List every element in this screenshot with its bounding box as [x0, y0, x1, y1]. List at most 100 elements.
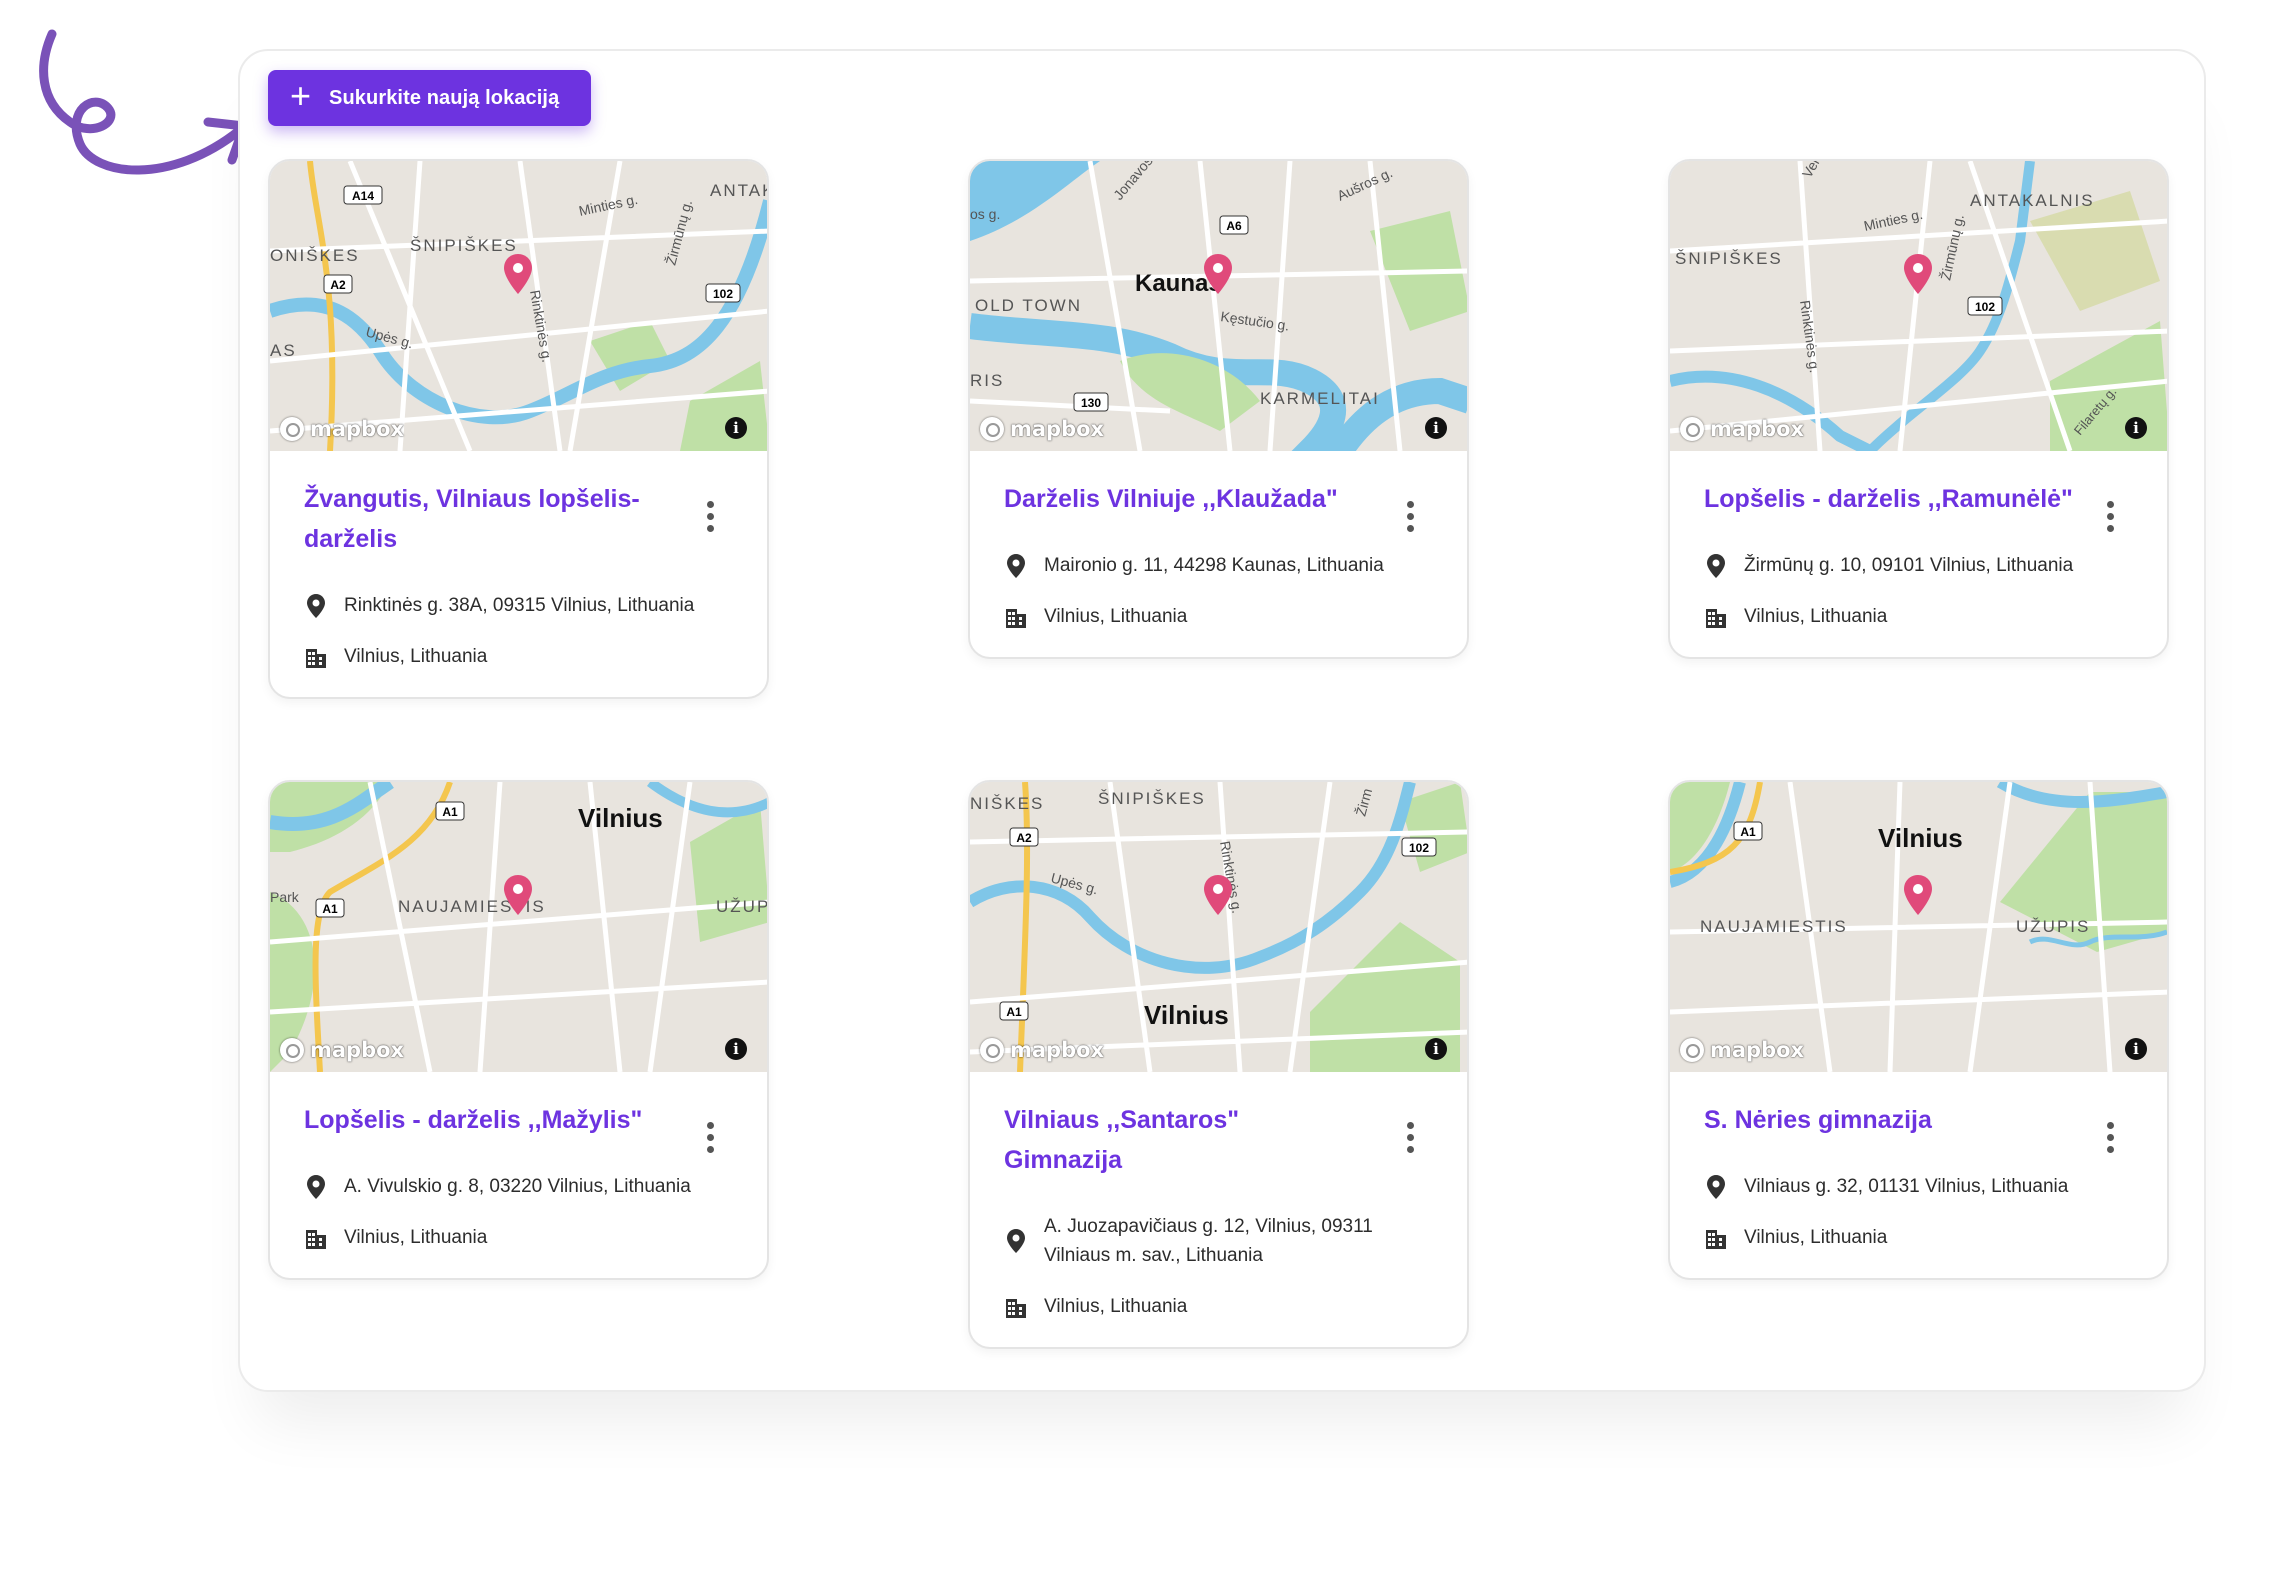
info-icon[interactable]: i [2125, 1038, 2147, 1060]
city-text: Vilnius, Lithuania [1744, 1227, 1888, 1248]
map-pin-marker[interactable] [1904, 875, 1932, 915]
info-icon[interactable]: i [1425, 417, 1447, 439]
map-label: Vilnius [578, 803, 663, 833]
map-label: UŽUP [716, 897, 767, 916]
city-text: Vilnius, Lithuania [344, 1227, 488, 1248]
map-label: ŠNIPIŠKES [410, 236, 518, 255]
address-row: Maironio g. 11, 44298 Kaunas, Lithuania [1004, 551, 1431, 580]
plus-icon: + [290, 75, 312, 116]
map-pin-icon [1704, 553, 1728, 579]
city-text: Vilnius, Lithuania [344, 646, 488, 667]
kebab-menu-icon[interactable] [2103, 501, 2117, 541]
address-text: Maironio g. 11, 44298 Kaunas, Lithuania [1044, 555, 1384, 576]
address-text: Vilniaus g. 32, 01131 Vilnius, Lithuania [1744, 1176, 2069, 1197]
map-label: Park [270, 889, 300, 905]
kebab-menu-icon[interactable] [2103, 1122, 2117, 1162]
map-label: ŠNIPIŠKES [1675, 249, 1783, 268]
location-title[interactable]: Žvangutis, Vilniaus lopšelis-darželis [304, 479, 674, 559]
info-icon[interactable]: i [725, 1038, 747, 1060]
building-icon [1704, 1225, 1728, 1251]
city-text: Vilnius, Lithuania [1044, 606, 1188, 627]
map-pin-icon [1004, 1228, 1028, 1254]
info-icon[interactable]: i [725, 417, 747, 439]
map-tiles: 102 ŠNIPIŠKES ANTAKALNIS Minties g. Žirm… [1670, 161, 2167, 451]
map-shield: A14 [352, 189, 374, 203]
address-text: A. Vivulskio g. 8, 03220 Vilnius, Lithua… [344, 1176, 691, 1197]
mapbox-logo[interactable]: mapbox [980, 417, 1104, 441]
map-shield: A2 [330, 278, 346, 292]
map-label: ANTAK [710, 181, 767, 200]
map-tiles: A6 130 Kaunas OLD TOWN KARMELITAI Kęstuč… [970, 161, 1467, 451]
map-shield: 102 [1409, 841, 1429, 855]
address-row: Žirmūnų g. 10, 09101 Vilnius, Lithuania [1704, 551, 2131, 580]
map-shield: 102 [1975, 300, 1995, 314]
location-title[interactable]: Vilniaus ,,Santaros" Gimnazija [1004, 1100, 1284, 1180]
kebab-menu-icon[interactable] [1403, 1122, 1417, 1162]
location-card: A1 Vilnius NAUJAMIESTIS UŽUPIS mapbox i … [1668, 780, 2169, 1280]
kebab-menu-icon[interactable] [1403, 501, 1417, 541]
map-label: NAUJAMIESTIS [1700, 917, 1848, 936]
mapbox-logo[interactable]: mapbox [1680, 1038, 1804, 1062]
create-location-button[interactable]: + Sukurkite naują lokaciją [268, 70, 591, 126]
kebab-menu-icon[interactable] [703, 1122, 717, 1162]
map-label: KARMELITAI [1260, 389, 1380, 408]
map-pin-icon [304, 1174, 328, 1200]
location-map[interactable]: A6 130 Kaunas OLD TOWN KARMELITAI Kęstuč… [970, 161, 1467, 451]
map-tiles: A1 A1 Vilnius NAUJAMIESTIS UŽUP Park [270, 782, 767, 1072]
info-icon[interactable]: i [2125, 417, 2147, 439]
map-label: Vilnius [1878, 823, 1963, 853]
curly-arrow-icon [39, 29, 249, 175]
map-pin-icon [1704, 1174, 1728, 1200]
city-text: Vilnius, Lithuania [1044, 1296, 1188, 1317]
city-row: Vilnius, Lithuania [304, 1223, 731, 1252]
map-pin-marker[interactable] [504, 254, 532, 294]
mapbox-logo[interactable]: mapbox [980, 1038, 1104, 1062]
address-row: Rinktinės g. 38A, 09315 Vilnius, Lithuan… [304, 591, 731, 620]
map-pin-marker[interactable] [504, 875, 532, 915]
city-row: Vilnius, Lithuania [1004, 602, 1431, 631]
location-card: 102 ŠNIPIŠKES ANTAKALNIS Minties g. Žirm… [1668, 159, 2169, 659]
map-label: ONIŠKES [270, 246, 360, 265]
location-title[interactable]: S. Nėries gimnazija [1704, 1100, 2074, 1140]
map-pin-icon [304, 593, 328, 619]
map-pin-marker[interactable] [1204, 875, 1232, 915]
building-icon [1004, 1294, 1028, 1320]
address-text: A. Juozapavičiaus g. 12, Vilnius, 09311 … [1044, 1216, 1373, 1266]
location-map[interactable]: A14 A2 102 ŠNIPIŠKES ONIŠKES Upės g. Rin… [270, 161, 767, 451]
location-title[interactable]: Lopšelis - darželis ,,Mažylis" [304, 1100, 704, 1140]
map-shield: 130 [1081, 396, 1101, 410]
location-title[interactable]: Lopšelis - darželis ,,Ramunėlė" [1704, 479, 2074, 519]
map-pin-marker[interactable] [1904, 254, 1932, 294]
map-label: UŽUPIS [2016, 917, 2090, 936]
address-row: Vilniaus g. 32, 01131 Vilnius, Lithuania [1704, 1172, 2131, 1201]
city-row: Vilnius, Lithuania [304, 642, 731, 671]
map-shield: A6 [1226, 219, 1242, 233]
map-label: AS [270, 341, 297, 360]
location-map[interactable]: A1 A1 Vilnius NAUJAMIESTIS UŽUP Park map… [270, 782, 767, 1072]
info-icon[interactable]: i [1425, 1038, 1447, 1060]
map-shield: A1 [1740, 825, 1756, 839]
mapbox-logo[interactable]: mapbox [280, 417, 404, 441]
mapbox-logo[interactable]: mapbox [280, 1038, 404, 1062]
location-card: A2 102 A1 Vilnius ŠNIPIŠKES NIŠKES Upės … [968, 780, 1469, 1349]
location-map[interactable]: 102 ŠNIPIŠKES ANTAKALNIS Minties g. Žirm… [1670, 161, 2167, 451]
map-label: Vilnius [1144, 1000, 1229, 1030]
map-label: RIS [970, 371, 1004, 390]
location-map[interactable]: A1 Vilnius NAUJAMIESTIS UŽUPIS mapbox i [1670, 782, 2167, 1072]
map-pin-marker[interactable] [1204, 254, 1232, 294]
map-shield: A1 [322, 902, 338, 916]
map-label: ŠNIPIŠKES [1098, 789, 1206, 808]
building-icon [1704, 604, 1728, 630]
map-tiles: A2 102 A1 Vilnius ŠNIPIŠKES NIŠKES Upės … [970, 782, 1467, 1072]
location-map[interactable]: A2 102 A1 Vilnius ŠNIPIŠKES NIŠKES Upės … [970, 782, 1467, 1072]
mapbox-logo[interactable]: mapbox [1680, 417, 1804, 441]
city-row: Vilnius, Lithuania [1704, 602, 2131, 631]
location-card: A14 A2 102 ŠNIPIŠKES ONIŠKES Upės g. Rin… [268, 159, 769, 699]
city-row: Vilnius, Lithuania [1704, 1223, 2131, 1252]
address-text: Rinktinės g. 38A, 09315 Vilnius, Lithuan… [344, 595, 695, 616]
location-card: A1 A1 Vilnius NAUJAMIESTIS UŽUP Park map… [268, 780, 769, 1280]
location-title[interactable]: Darželis Vilniuje ,,Klaužada" [1004, 479, 1404, 519]
map-tiles: A1 Vilnius NAUJAMIESTIS UŽUPIS [1670, 782, 2167, 1072]
kebab-menu-icon[interactable] [703, 501, 717, 541]
map-pin-icon [1004, 553, 1028, 579]
